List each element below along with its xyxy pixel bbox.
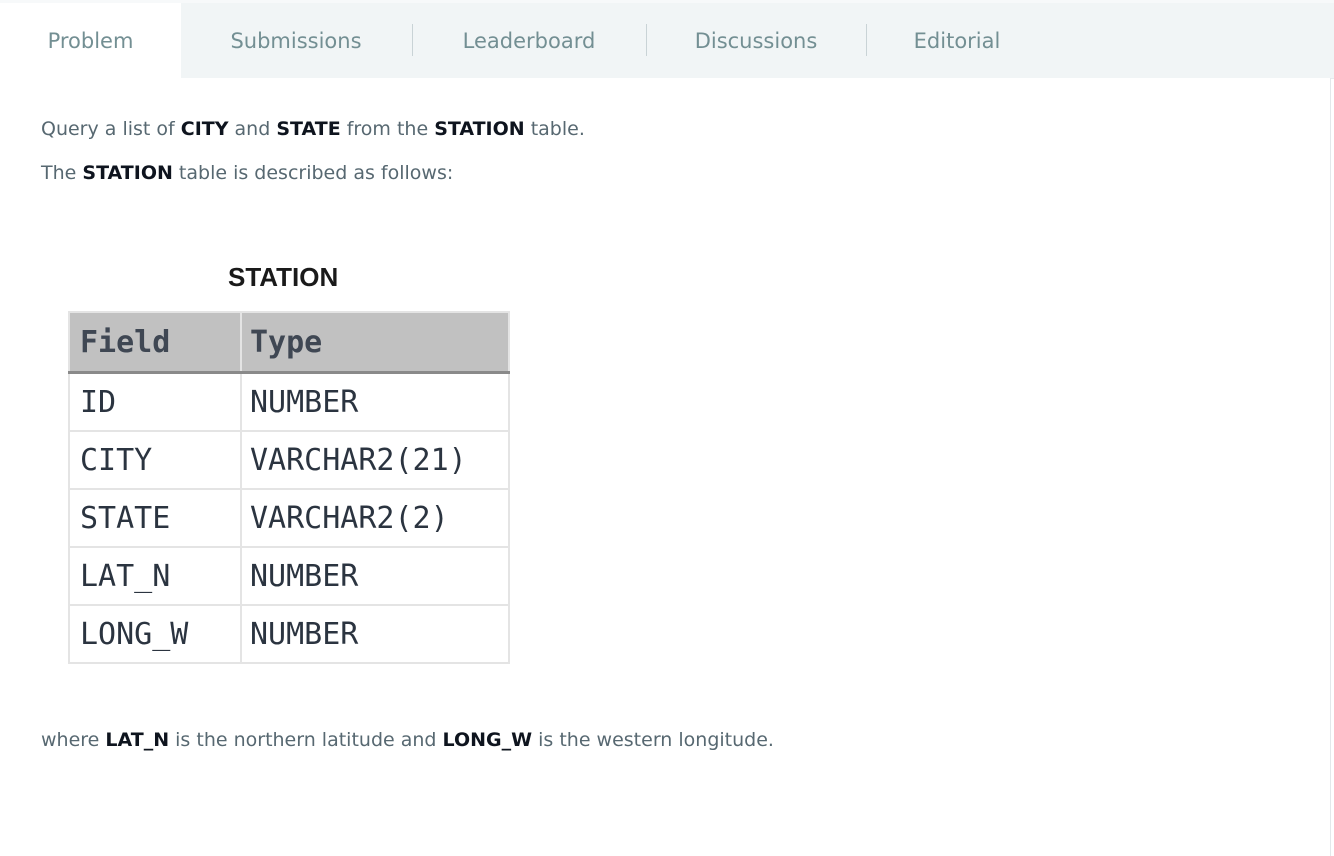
tab-leaderboard[interactable]: Leaderboard	[413, 3, 645, 78]
table-row: LAT_N NUMBER	[68, 546, 510, 606]
header-field: Field	[68, 311, 242, 374]
field-cell: LAT_N	[68, 546, 242, 606]
tab-submissions[interactable]: Submissions	[181, 3, 411, 78]
type-cell: VARCHAR2(2)	[240, 488, 510, 548]
table-title: STATION	[228, 262, 339, 292]
field-cell: ID	[68, 371, 242, 432]
station-schema-table: Field Type ID NUMBER CITY VARCHAR2(21) STA…	[68, 311, 510, 664]
header-type: Type	[240, 311, 510, 374]
table-row: ID NUMBER	[68, 371, 510, 432]
table-row: CITY VARCHAR2(21)	[68, 430, 510, 490]
tab-editorial[interactable]: Editorial	[867, 3, 1047, 78]
table-row: LONG_W NUMBER	[68, 604, 510, 664]
tab-discussions[interactable]: Discussions	[647, 3, 865, 78]
type-cell: NUMBER	[240, 604, 510, 664]
intro-line-2: The STATION table is described as follow…	[41, 162, 454, 184]
table-header-row: Field Type	[68, 311, 510, 374]
field-cell: STATE	[68, 488, 242, 548]
type-cell: NUMBER	[240, 371, 510, 432]
footer-note: where LAT_N is the northern latitude and…	[41, 729, 774, 751]
field-cell: LONG_W	[68, 604, 242, 664]
tab-problem[interactable]: Problem	[0, 3, 181, 79]
field-cell: CITY	[68, 430, 242, 490]
tab-bar: Problem Submissions Leaderboard Discussi…	[0, 0, 1334, 79]
table-row: STATE VARCHAR2(2)	[68, 488, 510, 548]
type-cell: VARCHAR2(21)	[240, 430, 510, 490]
intro-line-1: Query a list of CITY and STATE from the …	[41, 118, 585, 140]
type-cell: NUMBER	[240, 546, 510, 606]
